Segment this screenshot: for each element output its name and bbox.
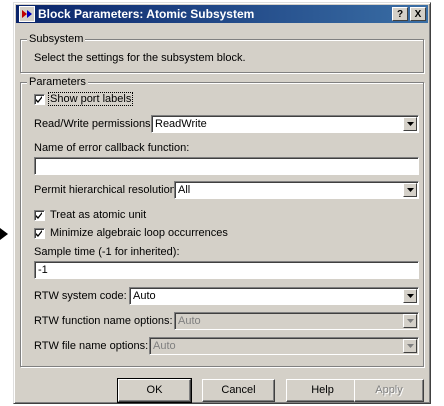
read-write-dropdown-button[interactable] xyxy=(403,117,417,131)
sample-time-label: Sample time (-1 for inherited): xyxy=(34,246,180,258)
parameters-group: Parameters Show port labels Read/Write p… xyxy=(20,76,424,367)
read-write-select[interactable]: ReadWrite xyxy=(151,115,419,133)
hierarchical-resolution-dropdown-button[interactable] xyxy=(403,183,417,197)
chevron-down-icon xyxy=(407,188,414,192)
cancel-button[interactable]: Cancel xyxy=(202,379,275,402)
pointer-arrow-icon xyxy=(0,228,8,240)
rtw-system-code-label: RTW system code: xyxy=(34,290,127,302)
show-port-labels-label[interactable]: Show port labels xyxy=(47,92,134,106)
rtw-system-code-dropdown-button[interactable] xyxy=(403,289,417,303)
rtw-function-name-dropdown-button xyxy=(403,314,417,328)
close-title-button[interactable]: X xyxy=(410,7,426,21)
minimize-loops-label: Minimize algebraic loop occurrences xyxy=(50,227,228,239)
block-parameters-dialog: Block Parameters: Atomic Subsystem ? X S… xyxy=(13,2,431,404)
title-bar[interactable]: Block Parameters: Atomic Subsystem ? X xyxy=(16,5,428,23)
hierarchical-resolution-select[interactable]: All xyxy=(174,181,419,199)
rtw-function-name-value: Auto xyxy=(178,315,201,327)
chevron-down-icon xyxy=(407,122,414,126)
apply-button: Apply xyxy=(354,379,424,402)
rtw-function-name-select: Auto xyxy=(174,312,419,330)
rtw-file-name-select: Auto xyxy=(149,337,419,355)
read-write-label: Read/Write permissions: xyxy=(34,118,154,130)
rtw-function-name-label: RTW function name options: xyxy=(34,315,173,327)
hierarchical-resolution-label: Permit hierarchical resolution: xyxy=(34,184,179,196)
chevron-down-icon xyxy=(407,294,414,298)
minimize-loops-checkbox[interactable] xyxy=(34,228,45,239)
error-callback-label: Name of error callback function: xyxy=(34,142,190,154)
help-button[interactable]: Help xyxy=(286,379,359,402)
show-port-labels-checkbox[interactable] xyxy=(34,94,45,105)
subsystem-legend: Subsystem xyxy=(27,33,86,46)
chevron-down-icon xyxy=(407,344,414,348)
ok-button[interactable]: OK xyxy=(117,378,192,403)
subsystem-description: Select the settings for the subsystem bl… xyxy=(34,52,246,64)
simulink-block-icon xyxy=(19,6,35,22)
subsystem-group: Subsystem Select the settings for the su… xyxy=(20,33,424,73)
rtw-file-name-label: RTW file name options: xyxy=(34,340,149,352)
chevron-down-icon xyxy=(407,319,414,323)
rtw-system-code-value: Auto xyxy=(133,290,156,302)
read-write-value: ReadWrite xyxy=(155,118,207,130)
parameters-legend: Parameters xyxy=(27,76,88,89)
error-callback-input[interactable] xyxy=(34,157,419,175)
window-title: Block Parameters: Atomic Subsystem xyxy=(38,7,255,21)
rtw-system-code-select[interactable]: Auto xyxy=(129,287,419,305)
atomic-unit-checkbox[interactable] xyxy=(34,210,45,221)
rtw-file-name-dropdown-button xyxy=(403,339,417,353)
rtw-file-name-value: Auto xyxy=(153,340,176,352)
sample-time-input[interactable]: -1 xyxy=(34,261,419,279)
help-title-button[interactable]: ? xyxy=(392,7,408,21)
hierarchical-resolution-value: All xyxy=(178,184,191,196)
atomic-unit-label: Treat as atomic unit xyxy=(50,209,147,221)
close-icon: X xyxy=(414,9,422,20)
help-icon: ? xyxy=(396,9,404,20)
